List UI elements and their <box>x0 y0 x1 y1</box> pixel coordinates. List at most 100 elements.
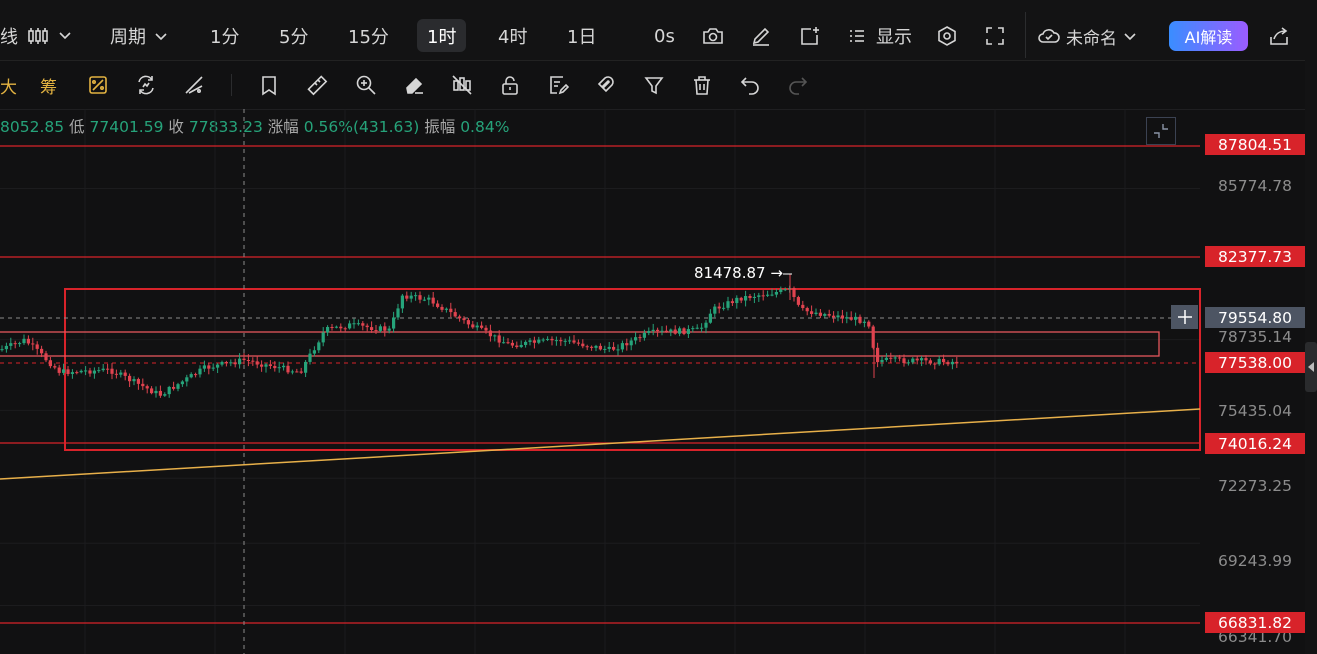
hide-drawings-icon[interactable] <box>450 73 474 97</box>
candle-body <box>154 390 158 394</box>
ai-interpret-button[interactable]: AI解读 <box>1169 21 1248 51</box>
tf-4h[interactable]: 4时 <box>498 22 527 50</box>
candle-body <box>519 344 523 348</box>
chevron-left-icon[interactable] <box>1305 342 1317 392</box>
candle-body <box>4 345 8 350</box>
candle-body <box>132 379 136 382</box>
magnet-icon[interactable] <box>594 73 618 97</box>
collapse-icon[interactable] <box>1146 117 1176 145</box>
zoom-in-icon[interactable] <box>354 73 378 97</box>
candle-body <box>752 296 756 298</box>
candle-body <box>88 370 92 374</box>
candle-body <box>312 350 316 354</box>
redo-icon[interactable] <box>786 73 810 97</box>
candle-body <box>334 326 338 328</box>
pattern-icon[interactable] <box>86 73 110 97</box>
chart-type-label[interactable]: 线 <box>0 22 18 50</box>
candle-body <box>440 306 444 310</box>
tf-1d[interactable]: 1日 <box>567 22 596 50</box>
candle-body <box>264 364 268 367</box>
candle-body <box>453 312 457 317</box>
candle-body <box>114 373 118 375</box>
candle-body <box>189 374 193 378</box>
crosshair-plus-icon[interactable] <box>1171 305 1198 329</box>
axis-tick: 69243.99 <box>1218 551 1292 570</box>
lock-icon[interactable] <box>498 73 522 97</box>
candle-body <box>53 366 57 368</box>
period-dropdown[interactable]: 周期 <box>110 22 170 50</box>
candle-body <box>233 362 237 365</box>
candlestick-icon[interactable] <box>26 25 72 47</box>
candle-body <box>607 346 611 349</box>
undo-icon[interactable] <box>738 73 762 97</box>
candle-body <box>924 358 928 361</box>
share-icon[interactable] <box>1266 24 1292 48</box>
sync-chart-icon[interactable] <box>134 73 158 97</box>
candle-body <box>638 337 642 339</box>
camera-icon[interactable] <box>700 24 726 48</box>
candle-body <box>163 394 167 396</box>
candle-body <box>585 346 589 348</box>
chevron-down-icon <box>155 33 167 41</box>
candle-body <box>933 363 937 365</box>
tf-1h[interactable]: 1时 <box>417 19 467 52</box>
candle-body <box>339 326 343 329</box>
candle-body <box>66 369 70 374</box>
candle-body <box>484 327 488 331</box>
price-chart[interactable]: 81478.87 → 87804.51 85774.78 82377.73 78… <box>0 109 1317 654</box>
candle-body <box>427 297 431 300</box>
candle-body <box>770 294 774 296</box>
candle-body <box>110 368 114 374</box>
candle-body <box>180 381 184 385</box>
trend-tool-icon[interactable] <box>182 73 206 97</box>
add-window-icon[interactable] <box>797 24 823 48</box>
candle-body <box>700 327 704 329</box>
bookmark-icon[interactable] <box>257 73 281 97</box>
tf-5m[interactable]: 5分 <box>279 22 308 50</box>
trash-icon[interactable] <box>690 73 714 97</box>
tf-15m[interactable]: 15分 <box>348 22 389 50</box>
layout-dropdown[interactable]: 未命名 <box>1066 22 1138 50</box>
candle-body <box>766 294 770 296</box>
candle-body <box>594 345 598 348</box>
eraser-icon[interactable] <box>402 73 426 97</box>
axis-tick: 85774.78 <box>1218 176 1292 195</box>
tool-text-da[interactable]: 大 <box>0 73 17 98</box>
candle-body <box>942 358 946 363</box>
period-label: 周期 <box>110 27 146 48</box>
display-menu[interactable]: 显示 <box>876 22 912 50</box>
candle-body <box>251 360 255 362</box>
tf-1m[interactable]: 1分 <box>210 22 239 50</box>
candle-body <box>106 368 110 370</box>
tool-text-chou[interactable]: 筹 <box>40 73 57 98</box>
candle-body <box>849 317 853 320</box>
chart-canvas[interactable] <box>0 109 1317 654</box>
candle-body <box>418 295 422 300</box>
candle-body <box>722 307 726 309</box>
candle-body <box>669 329 673 332</box>
candle-body <box>150 388 154 394</box>
candle-body <box>814 312 818 314</box>
candle-body <box>774 291 778 295</box>
candle-body <box>92 370 96 374</box>
candle-body <box>255 361 259 365</box>
candle-body <box>612 346 616 350</box>
candle-body <box>128 375 132 382</box>
candle-body <box>634 337 638 341</box>
candle-body <box>506 342 510 344</box>
settings-hex-icon[interactable] <box>934 24 960 48</box>
candle-body <box>708 313 712 323</box>
fullscreen-icon[interactable] <box>983 24 1007 48</box>
edit-note-icon[interactable] <box>546 73 570 97</box>
crosshair-price-label: 79554.80 <box>1205 307 1305 328</box>
filter-icon[interactable] <box>642 73 666 97</box>
candle-body <box>119 372 123 375</box>
candle-body <box>101 368 105 371</box>
ruler-icon[interactable] <box>305 73 329 97</box>
candle-body <box>730 301 734 304</box>
pencil-icon[interactable] <box>748 24 774 48</box>
countdown-label[interactable]: 0s <box>654 22 675 50</box>
list-icon[interactable] <box>846 25 868 47</box>
candle-body <box>911 358 915 363</box>
candle-body <box>123 372 127 376</box>
